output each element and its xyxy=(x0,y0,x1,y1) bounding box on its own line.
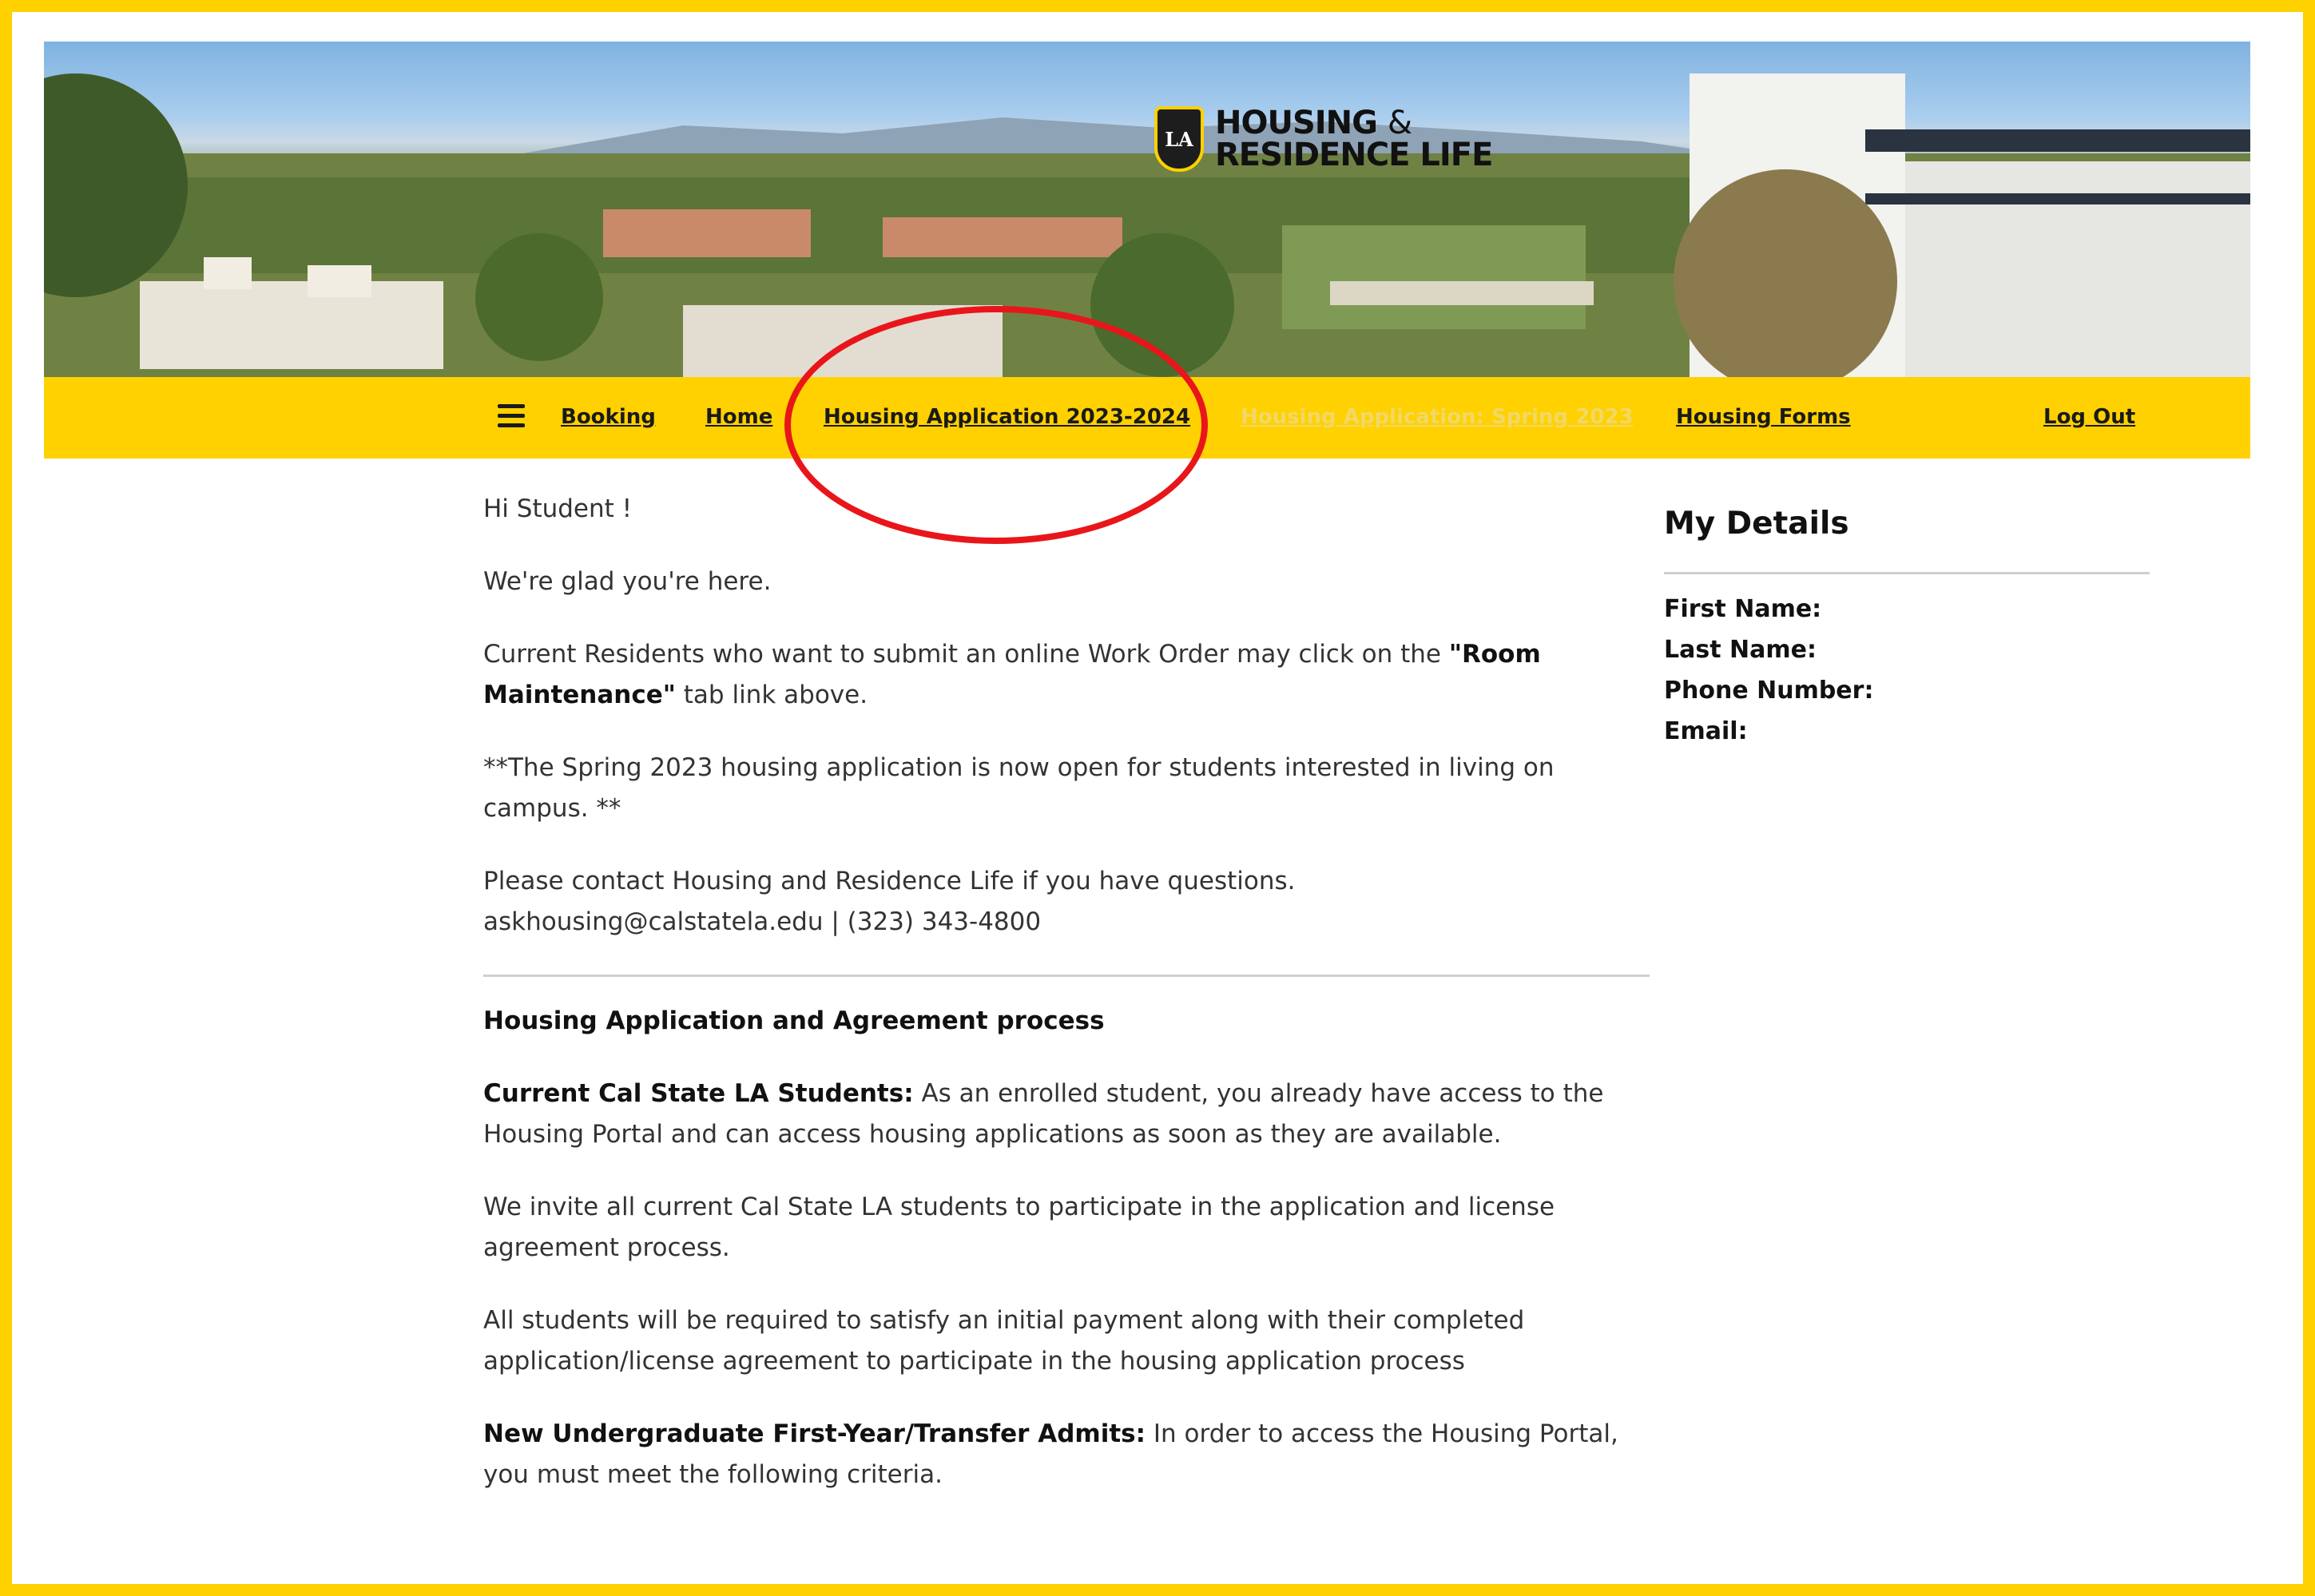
greeting: Hi Student ! xyxy=(483,494,633,523)
logo-line2: RESIDENCE LIFE xyxy=(1215,137,1493,173)
process-heading: Housing Application and Agreement proces… xyxy=(483,1006,1105,1035)
phone-number-label: Phone Number: xyxy=(1664,677,1874,705)
nav-housing-application-2023-2024[interactable]: Housing Application 2023-2024 xyxy=(824,405,1190,429)
welcome-text: We're glad you're here. xyxy=(483,567,772,596)
nav-home[interactable]: Home xyxy=(705,405,772,429)
nav-housing-application-spring-2023[interactable]: Housing Application: Spring 2023 xyxy=(1241,405,1634,429)
payment-text: All students will be required to satisfy… xyxy=(483,1306,1525,1376)
contact-info: Please contact Housing and Residence Lif… xyxy=(483,867,1296,936)
last-name-label: Last Name: xyxy=(1664,636,1817,664)
section-divider xyxy=(483,975,1650,977)
cal-state-la-badge: LA xyxy=(1154,106,1204,172)
new-admits-text: New Undergraduate First-Year/Transfer Ad… xyxy=(483,1419,1618,1489)
main-nav: Booking Home Housing Application 2023-20… xyxy=(44,377,2250,459)
maintenance-text: Current Residents who want to submit an … xyxy=(483,640,1541,709)
hero-banner: LA HOUSING & RESIDENCE LIFE xyxy=(44,42,2250,377)
details-divider xyxy=(1664,572,2150,574)
email-label: Email: xyxy=(1664,717,1748,745)
hamburger-menu-icon[interactable] xyxy=(498,404,525,428)
main-content: Hi Student ! We're glad you're here. Cur… xyxy=(483,489,1650,1527)
campus-photo xyxy=(44,73,2250,377)
current-students-text: Current Cal State LA Students: As an enr… xyxy=(483,1079,1604,1149)
first-name-label: First Name: xyxy=(1664,595,1822,623)
nav-housing-forms[interactable]: Housing Forms xyxy=(1676,405,1851,429)
my-details-title: My Details xyxy=(1664,506,1849,542)
my-details-panel: My Details First Name: Last Name: Phone … xyxy=(1664,502,2150,752)
logo-wordmark: HOUSING & RESIDENCE LIFE xyxy=(1215,107,1493,173)
housing-logo[interactable]: LA HOUSING & RESIDENCE LIFE xyxy=(1154,99,1493,179)
nav-booking[interactable]: Booking xyxy=(561,405,656,429)
nav-log-out[interactable]: Log Out xyxy=(2043,405,2135,429)
invite-text: We invite all current Cal State LA stude… xyxy=(483,1193,1555,1262)
contact-email-phone: askhousing@calstatela.edu | (323) 343-48… xyxy=(483,907,1042,936)
spring-notice: **The Spring 2023 housing application is… xyxy=(483,753,1555,823)
